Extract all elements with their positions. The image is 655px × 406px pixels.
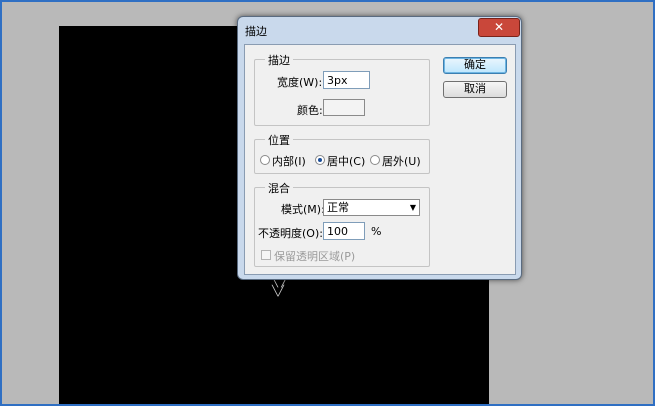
mode-label: 模式(M): — [281, 203, 325, 216]
opacity-unit: % — [371, 225, 382, 238]
width-label: 宽度(W): — [277, 76, 323, 89]
opacity-input[interactable] — [323, 222, 365, 240]
radio-center[interactable] — [315, 155, 325, 165]
position-group: 位置 内部(I) 居中(C) 居外(U) — [254, 132, 430, 174]
color-label: 颜色: — [297, 104, 323, 117]
color-swatch[interactable] — [323, 99, 365, 116]
close-button[interactable]: ✕ — [478, 18, 520, 37]
preserve-transparency-label: 保留透明区域(P) — [274, 250, 356, 263]
opacity-label: 不透明度(O): — [258, 227, 323, 240]
chevron-down-icon: ▼ — [409, 203, 416, 212]
mode-select[interactable]: 正常 ▼ — [323, 199, 420, 216]
ok-button[interactable]: 确定 — [443, 57, 507, 74]
radio-outside-label: 居外(U) — [382, 155, 421, 168]
stroke-dialog: 描边 ✕ 描边 宽度(W): 颜色: 位置 内部(I) 居中(C) 居外(U) … — [237, 16, 522, 280]
blend-group-legend: 混合 — [265, 180, 293, 196]
radio-center-label: 居中(C) — [327, 155, 366, 168]
mode-select-value: 正常 — [327, 201, 349, 214]
dialog-title: 描边 — [245, 25, 267, 38]
preserve-transparency-checkbox[interactable] — [261, 250, 271, 260]
cancel-button[interactable]: 取消 — [443, 81, 507, 98]
position-group-legend: 位置 — [265, 132, 293, 148]
stroke-group-legend: 描边 — [265, 52, 293, 68]
selection-cursor-icon: ╲ ╱ ╲╱ — [272, 277, 288, 297]
radio-outside[interactable] — [370, 155, 380, 165]
dialog-titlebar[interactable]: 描边 ✕ — [238, 17, 521, 44]
blend-group: 混合 模式(M): 正常 ▼ 不透明度(O): % 保留透明区域(P) — [254, 180, 430, 267]
radio-inside[interactable] — [260, 155, 270, 165]
stroke-group: 描边 宽度(W): 颜色: — [254, 52, 430, 126]
dialog-client: 描边 宽度(W): 颜色: 位置 内部(I) 居中(C) 居外(U) 混合 模式… — [244, 44, 516, 275]
width-input[interactable] — [323, 71, 370, 89]
radio-inside-label: 内部(I) — [272, 155, 306, 168]
close-icon: ✕ — [493, 20, 505, 34]
